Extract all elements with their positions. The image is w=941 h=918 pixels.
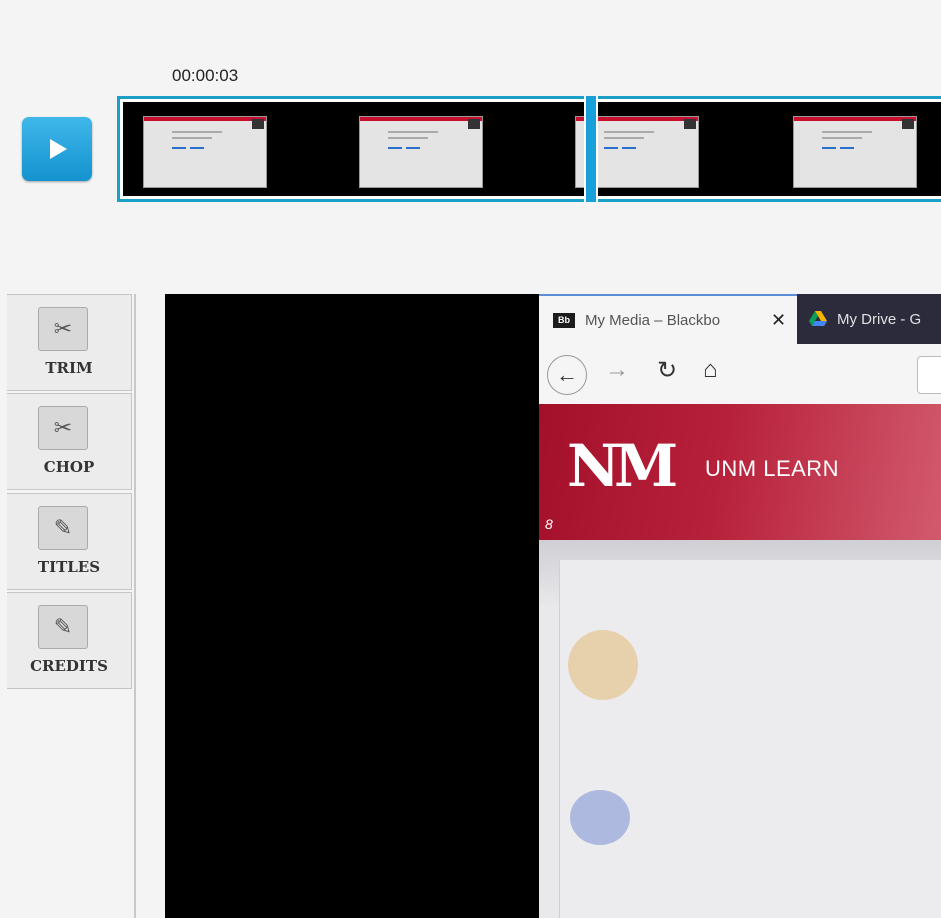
filmstrip-track bbox=[123, 102, 941, 196]
google-drive-icon bbox=[809, 311, 827, 326]
content-card bbox=[559, 560, 941, 918]
blackboard-icon: Bb bbox=[553, 312, 575, 328]
tab-title: My Media – Blackbo bbox=[585, 311, 721, 329]
credits-button[interactable]: ✎ CREDITS bbox=[7, 592, 132, 689]
video-preview: Bb My Media – Blackbo ✕ My Drive - G ← →… bbox=[165, 294, 941, 918]
pencil-icon: ✎ bbox=[38, 506, 88, 550]
scissors-icon: ✂ bbox=[38, 406, 88, 450]
browser-tab-bar: Bb My Media – Blackbo ✕ My Drive - G bbox=[539, 294, 941, 344]
timeline-filmstrip[interactable] bbox=[117, 96, 941, 202]
titles-label: TITLES bbox=[37, 558, 101, 576]
banner-glyph: 8 bbox=[545, 516, 553, 532]
filmstrip-frame[interactable] bbox=[793, 116, 917, 188]
scissors-icon: ✂ bbox=[38, 307, 88, 351]
timecode: 00:00:03 bbox=[172, 66, 239, 85]
trim-button[interactable]: ✂ TRIM bbox=[7, 294, 132, 391]
credits-label: CREDITS bbox=[30, 657, 108, 675]
reload-icon: ↻ bbox=[657, 357, 678, 384]
home-icon: ⌂ bbox=[703, 356, 718, 383]
close-icon: ✕ bbox=[771, 309, 787, 330]
chop-label: CHOP bbox=[43, 458, 95, 476]
tab-title: My Drive - G bbox=[837, 310, 922, 328]
faded-icon bbox=[570, 790, 630, 845]
unm-logo: NM bbox=[567, 432, 678, 500]
faded-icon bbox=[568, 630, 638, 700]
forward-arrow-icon: → bbox=[605, 356, 629, 383]
play-icon bbox=[50, 139, 67, 159]
browser-nav-bar: ← → ↻ ⌂ bbox=[539, 344, 941, 405]
pencil-icon: ✎ bbox=[38, 605, 88, 649]
url-bar bbox=[917, 356, 941, 394]
browser-tab-my-drive: My Drive - G bbox=[809, 294, 921, 344]
unm-learn-banner: NM UNM LEARN 8 bbox=[539, 404, 941, 540]
playhead-handle[interactable] bbox=[584, 96, 598, 202]
recorded-browser-window: Bb My Media – Blackbo ✕ My Drive - G ← →… bbox=[539, 294, 941, 918]
titles-button[interactable]: ✎ TITLES bbox=[7, 493, 132, 590]
filmstrip-frame[interactable] bbox=[359, 116, 483, 188]
edit-tools-panel: ✂ TRIM ✂ CHOP ✎ TITLES ✎ CREDITS bbox=[7, 294, 136, 918]
filmstrip-frame[interactable] bbox=[143, 116, 267, 188]
page-content bbox=[539, 540, 941, 918]
banner-title: UNM LEARN bbox=[705, 456, 840, 481]
play-button[interactable] bbox=[22, 117, 92, 181]
browser-tab-my-media: Bb My Media – Blackbo ✕ bbox=[539, 294, 797, 344]
chop-button[interactable]: ✂ CHOP bbox=[7, 393, 132, 490]
back-arrow-icon: ← bbox=[547, 355, 587, 395]
trim-label: TRIM bbox=[45, 359, 93, 377]
